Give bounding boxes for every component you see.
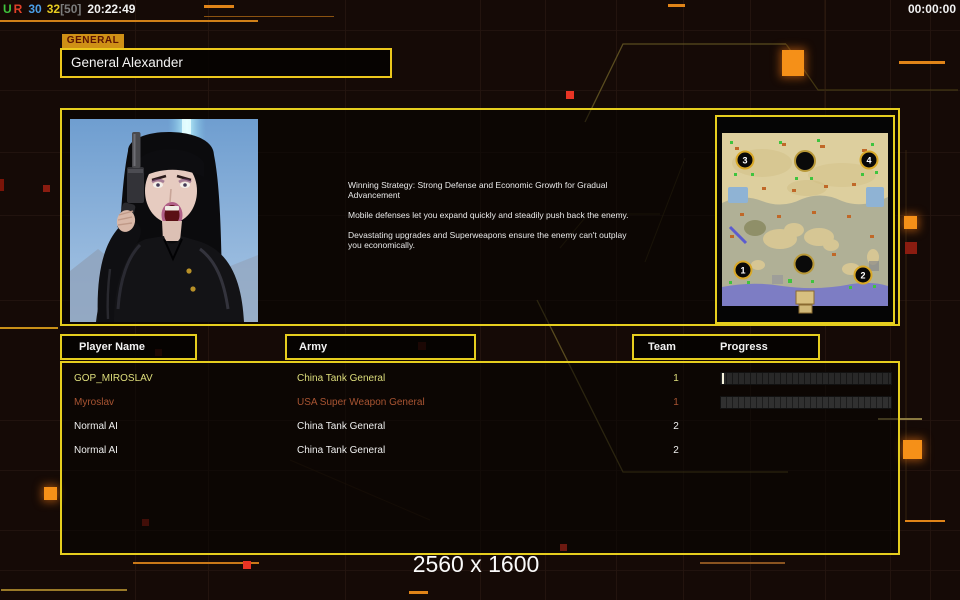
column-header-army: Army	[285, 334, 476, 360]
player-name: Normal AI	[74, 421, 118, 432]
status-flag-u: U	[3, 2, 12, 16]
player-team: 1	[662, 373, 690, 384]
player-army: China Tank General	[297, 445, 385, 456]
status-flag-r: R	[14, 2, 23, 16]
player-team: 2	[662, 445, 690, 456]
resolution-label: 2560 x 1600	[413, 551, 540, 578]
player-row: GOP_MIROSLAV China Tank General 1	[62, 368, 898, 392]
army-header-label: Army	[299, 341, 327, 353]
player-name: Normal AI	[74, 445, 118, 456]
strategy-paragraph-3: Devastating upgrades and Superweapons en…	[348, 230, 642, 250]
team-header-label: Team	[648, 336, 676, 358]
minimap-spot-1: 1	[740, 266, 745, 276]
column-header-team-progress: Team Progress	[632, 334, 820, 360]
player-row: Normal AI China Tank General 2	[62, 416, 898, 440]
general-info-panel: Winning Strategy: Strong Defense and Eco…	[60, 108, 900, 326]
general-tab-label: GENERAL	[62, 34, 124, 48]
gentool-status-bar: UR 30 32[50] 20:22:49	[3, 2, 137, 16]
status-fps: 32	[47, 2, 60, 16]
general-title-box: General Alexander	[60, 48, 392, 78]
strategy-paragraph-1: Winning Strategy: Strong Defense and Eco…	[348, 180, 642, 200]
player-army: China Tank General	[297, 373, 385, 384]
general-portrait-image	[70, 119, 258, 322]
strategy-description: Winning Strategy: Strong Defense and Eco…	[348, 180, 642, 260]
player-team: 1	[662, 397, 690, 408]
status-clock: 20:22:49	[87, 2, 135, 16]
player-name: Myroslav	[74, 397, 114, 408]
load-progress-bar	[720, 372, 892, 385]
player-army: USA Super Weapon General	[297, 397, 425, 408]
player-list-panel: GOP_MIROSLAV China Tank General 1 Myrosl…	[60, 361, 900, 555]
minimap-spot-3: 3	[742, 156, 747, 166]
player-name-header-label: Player Name	[79, 341, 145, 353]
column-header-player-name: Player Name	[60, 334, 197, 360]
player-row: Myroslav USA Super Weapon General 1	[62, 392, 898, 416]
status-underline	[0, 20, 258, 22]
status-ping: 30	[28, 2, 41, 16]
minimap-spot-2: 2	[860, 271, 865, 281]
progress-header-label: Progress	[720, 336, 768, 358]
player-row: Normal AI China Tank General 2	[62, 440, 898, 464]
minimap-spot-4: 4	[866, 156, 871, 166]
player-army: China Tank General	[297, 421, 385, 432]
strategy-paragraph-2: Mobile defenses let you expand quickly a…	[348, 210, 642, 220]
progress-caret	[722, 373, 724, 384]
player-team: 2	[662, 421, 690, 432]
status-fps-cap: [50]	[60, 2, 81, 16]
load-progress-bar	[720, 396, 892, 409]
general-title: General Alexander	[62, 50, 390, 76]
player-name: GOP_MIROSLAV	[74, 373, 153, 384]
minimap-image: 3 4 1 2	[722, 123, 888, 316]
match-timer: 00:00:00	[908, 2, 956, 16]
minimap-panel: 3 4 1 2	[715, 115, 895, 324]
